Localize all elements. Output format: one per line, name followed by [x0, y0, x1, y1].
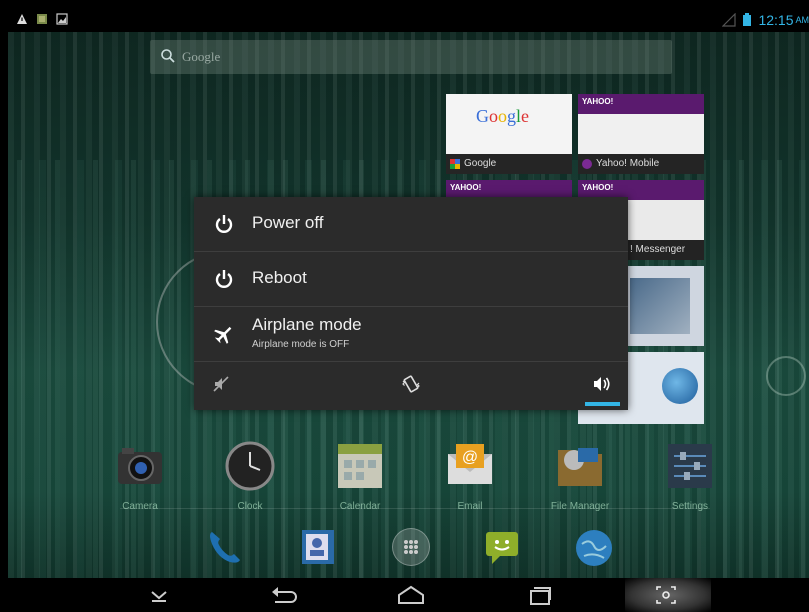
- app-email[interactable]: @ Email: [430, 440, 510, 512]
- app-camera[interactable]: Camera: [100, 440, 180, 512]
- contacts-icon[interactable]: [298, 526, 338, 566]
- system-status: 12:15 AM: [722, 12, 809, 28]
- home-screen: 12:15 AM Google Google Google YAHOO! Yaho…: [8, 10, 809, 612]
- app-calendar[interactable]: Calendar: [320, 440, 400, 512]
- reboot-item[interactable]: Reboot: [194, 252, 628, 307]
- vibrate-icon[interactable]: [402, 375, 420, 393]
- favorites-dock: [8, 520, 809, 580]
- app-label: Calendar: [339, 501, 381, 512]
- settings-icon: [668, 444, 712, 488]
- signal-icon: [722, 13, 737, 27]
- calendar-icon: [338, 444, 382, 488]
- power-off-label: Power off: [252, 213, 324, 232]
- google-app-icon: [450, 159, 460, 169]
- home-icon[interactable]: [396, 584, 426, 606]
- app-label: File Manager: [550, 501, 610, 512]
- recent-card-yahoo-mobile[interactable]: YAHOO! Yahoo! Mobile: [578, 94, 704, 174]
- airplane-mode-status: Airplane mode is OFF: [252, 339, 350, 350]
- browser-preview: [630, 278, 690, 334]
- clock-ampm: AM: [795, 15, 809, 25]
- reboot-label: Reboot: [252, 268, 307, 287]
- clock-icon: [225, 441, 275, 491]
- selected-mode-indicator: [585, 402, 620, 406]
- battery-icon: [743, 13, 752, 26]
- app-label: Email: [457, 501, 483, 512]
- app-label: Clock: [237, 501, 263, 512]
- phone-icon[interactable]: [204, 526, 244, 566]
- airplane-mode-item[interactable]: Airplane mode Airplane mode is OFF: [194, 307, 628, 362]
- side-page-indicator[interactable]: [766, 356, 806, 396]
- silent-icon[interactable]: [212, 375, 230, 393]
- recent-label: Yahoo! Mobile: [578, 154, 704, 174]
- camera-icon: [118, 448, 162, 484]
- sound-on-icon[interactable]: [592, 375, 612, 393]
- email-icon: @: [448, 444, 492, 484]
- recents-icon[interactable]: [526, 584, 554, 606]
- recent-card-google[interactable]: Google Google: [446, 94, 572, 174]
- search-placeholder: Google: [182, 49, 221, 64]
- airplane-mode-label: Airplane mode: [252, 315, 362, 334]
- image-icon: [56, 13, 68, 25]
- messaging-icon[interactable]: [482, 526, 522, 566]
- sd-card-icon: [37, 14, 47, 24]
- dock-divider: [120, 508, 710, 509]
- yahoo-logo: YAHOO!: [578, 94, 704, 114]
- google-search-bar[interactable]: Google: [150, 40, 672, 74]
- notification-icons: [16, 13, 68, 25]
- power-icon: [215, 270, 233, 288]
- globe-preview: [662, 368, 698, 404]
- navigation-bar: [8, 578, 809, 612]
- sound-mode-selector: [194, 361, 628, 410]
- power-options-dialog: Power off Reboot Airplane mode Airplane …: [194, 197, 628, 410]
- clock-time: 12:15: [758, 12, 794, 28]
- recent-label: Google: [446, 154, 572, 174]
- folder-icon: [558, 448, 602, 486]
- yahoo-app-icon: [582, 159, 592, 169]
- google-logo: Google: [476, 106, 530, 126]
- power-icon: [215, 215, 233, 233]
- app-label: Settings: [671, 501, 709, 512]
- all-apps-icon[interactable]: [392, 528, 430, 566]
- app-file-manager[interactable]: File Manager: [540, 440, 620, 512]
- airplane-icon: [214, 326, 232, 344]
- app-clock[interactable]: Clock: [210, 440, 290, 512]
- app-label: Camera: [122, 501, 158, 512]
- status-bar: 12:15 AM: [8, 10, 809, 32]
- screenshot-icon[interactable]: [653, 584, 679, 606]
- search-icon: [161, 49, 175, 63]
- power-off-item[interactable]: Power off: [194, 197, 628, 252]
- back-icon[interactable]: [270, 584, 298, 606]
- warning-icon: [17, 14, 27, 24]
- app-settings[interactable]: Settings: [650, 440, 730, 512]
- browser-icon[interactable]: [572, 526, 616, 570]
- svg-text:@: @: [462, 449, 478, 466]
- hide-keyboard-icon[interactable]: [148, 584, 170, 606]
